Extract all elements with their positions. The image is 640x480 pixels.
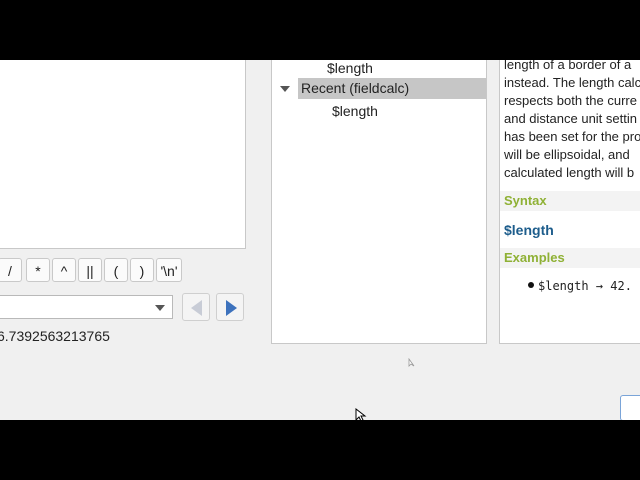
examples-heading: Examples — [500, 248, 640, 268]
power-button[interactable]: ^ — [52, 258, 76, 282]
examples-heading-text: Examples — [504, 250, 565, 265]
divide-button[interactable]: / — [0, 258, 22, 282]
concatenate-button[interactable]: || — [78, 258, 102, 282]
cursor-icon — [408, 358, 415, 367]
chevron-down-icon[interactable] — [280, 86, 290, 92]
example-text: $length → 42. — [538, 279, 632, 293]
help-description-line: length of a border of a — [504, 60, 632, 72]
tree-item-length[interactable]: $length — [327, 60, 373, 76]
expression-dialog: / * ^ || ( ) '\n' 6.7392563213765 $lengt… — [0, 60, 640, 420]
close-paren-button[interactable]: ) — [130, 258, 154, 282]
help-description-line: will be ellipsoidal, and — [504, 147, 630, 162]
syntax-text: $length — [504, 222, 554, 238]
syntax-heading: Syntax — [500, 191, 640, 211]
arrow-right-icon — [226, 300, 237, 316]
open-paren-button[interactable]: ( — [104, 258, 128, 282]
help-description-line: respects both the curre — [504, 93, 637, 108]
chevron-down-icon — [155, 305, 165, 311]
tree-item-recent-length[interactable]: $length — [332, 103, 378, 119]
function-tree: $length Recent (fieldcalc) $length — [271, 60, 487, 344]
ok-button[interactable] — [620, 395, 640, 420]
help-description-line: and distance unit settin — [504, 111, 637, 126]
bullet-icon — [528, 282, 534, 288]
expression-editor[interactable] — [0, 60, 246, 249]
help-description-line: instead. The length calc — [504, 75, 640, 90]
help-description-line: calculated length will b — [504, 165, 635, 180]
help-panel: length of a border of a instead. The len… — [499, 60, 640, 344]
mouse-pointer-icon — [355, 408, 367, 420]
next-feature-button[interactable] — [216, 293, 244, 321]
feature-combobox[interactable] — [0, 295, 173, 319]
arrow-left-icon — [191, 300, 202, 316]
output-preview: 6.7392563213765 — [0, 328, 110, 344]
tree-group-recent[interactable]: Recent (fieldcalc) — [301, 80, 409, 96]
newline-button[interactable]: '\n' — [156, 258, 182, 282]
previous-feature-button[interactable] — [182, 293, 210, 321]
syntax-heading-text: Syntax — [504, 193, 547, 208]
help-description-line: has been set for the pro — [504, 129, 640, 144]
multiply-button[interactable]: * — [26, 258, 50, 282]
